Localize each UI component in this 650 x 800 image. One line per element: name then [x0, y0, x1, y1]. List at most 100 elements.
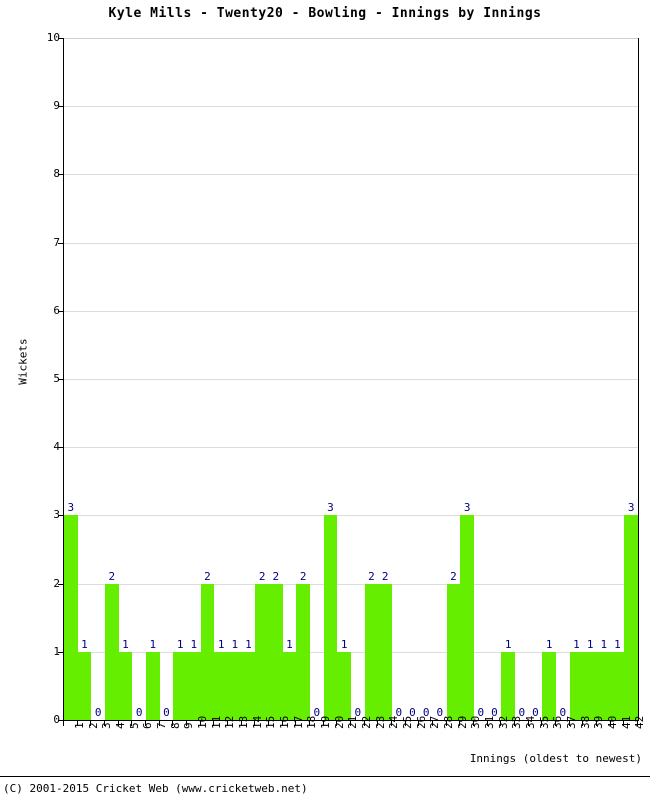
plot-area: 3102101011211122120310220000230010010111… [63, 38, 639, 721]
x-axis-tick-label: 16 [277, 715, 291, 729]
bar-value-label: 3 [463, 501, 471, 515]
x-axis-tick [309, 721, 310, 726]
bar-value-label: 0 [94, 706, 102, 719]
y-axis-tick-label: 8 [53, 167, 60, 181]
x-axis-tick-label: 13 [236, 715, 250, 729]
x-axis-tick [117, 721, 119, 726]
y-axis-tick-label: 3 [53, 508, 60, 522]
x-axis-tick-label: 37 [564, 715, 578, 729]
bar-value-label: 1 [81, 637, 88, 651]
x-axis-tick [295, 721, 297, 726]
bar[interactable] [323, 515, 338, 720]
bar[interactable] [446, 583, 461, 720]
y-axis-tick-label: 9 [53, 99, 60, 113]
bar[interactable] [146, 651, 160, 720]
gridline [64, 310, 638, 312]
bar[interactable] [200, 583, 215, 720]
x-axis-tick-label: 39 [592, 715, 606, 729]
bar[interactable] [610, 651, 625, 720]
x-axis-tick-label: 42 [633, 715, 647, 729]
bar[interactable] [105, 583, 119, 720]
x-axis-tick [322, 721, 324, 726]
gridline [64, 379, 638, 380]
bar[interactable] [282, 651, 297, 720]
x-axis-tick-label: 29 [455, 715, 469, 729]
x-axis-tick [254, 721, 256, 726]
x-axis-tick-label: 22 [359, 715, 373, 729]
x-axis-tick [459, 721, 461, 726]
bar[interactable] [337, 651, 351, 720]
bar[interactable] [187, 651, 201, 720]
y-axis-tick-label: 5 [53, 372, 60, 385]
bar[interactable] [228, 651, 242, 720]
bar-value-label: 1 [217, 637, 225, 651]
gridline [64, 106, 638, 108]
bar-value-label: 2 [258, 569, 266, 583]
bar[interactable] [118, 651, 133, 720]
bar[interactable] [460, 515, 474, 720]
x-axis-tick [637, 721, 638, 726]
y-axis-tick-label: 2 [53, 576, 60, 590]
bar-value-label: 1 [149, 637, 157, 651]
bar-value-label: 1 [545, 637, 553, 651]
bar[interactable] [269, 583, 283, 720]
x-axis-tick [227, 721, 228, 726]
x-axis-tick-label: 11 [209, 715, 223, 729]
bar[interactable] [296, 583, 310, 720]
y-axis-tick-label: 10 [46, 31, 60, 44]
x-axis-tick-label: 23 [373, 715, 387, 729]
x-axis-tick [500, 721, 502, 726]
bar[interactable] [241, 651, 256, 720]
x-axis-tick-label: 41 [619, 715, 633, 729]
x-axis-tick [541, 721, 543, 726]
bar-value-label: 1 [190, 637, 198, 651]
bar-value-label: 1 [504, 637, 512, 651]
bar-value-label: 3 [67, 501, 75, 515]
x-axis-tick [473, 721, 474, 726]
bar-value-label: 2 [368, 569, 375, 583]
bar-value-label: 2 [381, 569, 389, 583]
bar[interactable] [64, 515, 78, 720]
x-axis-tick-label: 36 [551, 715, 565, 729]
x-axis-tick-label: 38 [578, 715, 592, 729]
bar[interactable] [77, 651, 92, 720]
gridline [64, 447, 638, 449]
bar[interactable] [501, 651, 515, 720]
x-axis-tick [555, 721, 556, 726]
bar[interactable] [624, 515, 638, 720]
x-axis-tick [145, 721, 146, 726]
x-axis-tick-label: 8 [168, 722, 182, 729]
x-axis-tick [63, 721, 64, 726]
x-axis-tick-label: 21 [346, 715, 360, 729]
bar-value-label: 2 [272, 569, 280, 583]
x-axis-tick [418, 721, 420, 726]
y-axis-tick-label: 4 [53, 440, 60, 454]
x-axis-tick [268, 721, 269, 726]
x-axis-tick-label: 40 [605, 715, 619, 729]
x-axis-tick [445, 721, 447, 726]
bar[interactable] [214, 651, 228, 720]
x-axis-tick-label: 32 [496, 715, 510, 729]
x-axis-tick [186, 721, 187, 726]
bar-value-label: 2 [204, 569, 211, 583]
bar[interactable] [597, 651, 611, 720]
x-axis-tick [131, 721, 133, 726]
bar[interactable] [378, 583, 392, 720]
bar[interactable] [255, 583, 269, 720]
x-axis-tick-label: 35 [537, 715, 551, 729]
bar[interactable] [542, 651, 556, 720]
bar[interactable] [173, 651, 187, 720]
bar-value-label: 2 [299, 569, 307, 583]
x-axis-tick [432, 721, 433, 726]
x-axis-tick-label: 34 [523, 715, 537, 729]
x-axis-tick [363, 721, 365, 726]
x-axis-tick [568, 721, 570, 726]
gridline [64, 515, 638, 517]
bar[interactable] [364, 583, 379, 720]
bar[interactable] [583, 651, 597, 720]
bar[interactable] [569, 651, 584, 720]
x-axis-tick-label: 12 [223, 715, 237, 729]
x-axis-tick [377, 721, 379, 726]
gridline [64, 38, 638, 39]
x-axis-tick-label: 9 [182, 722, 196, 729]
